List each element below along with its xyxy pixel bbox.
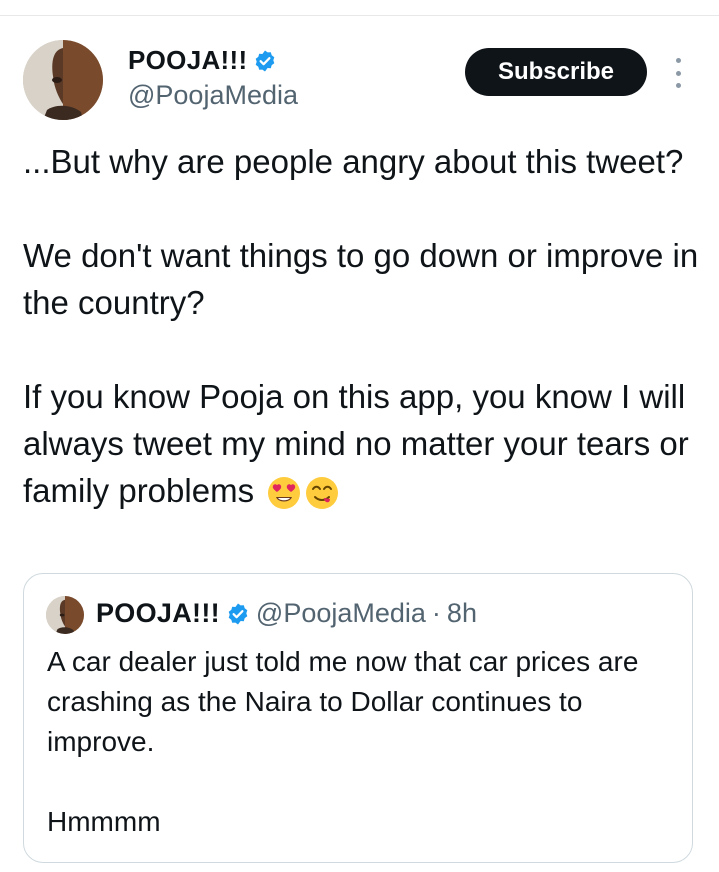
avatar-photo [46,596,84,634]
quoted-tweet-text: A car dealer just told me now that car p… [47,642,677,842]
quoted-paragraph: A car dealer just told me now that car p… [47,646,639,757]
tweet-paragraph: If you know Pooja on this app, you know … [23,378,689,509]
quoted-paragraph: Hmmmm [47,806,161,837]
author-display-name[interactable]: POOJA!!! [128,45,247,76]
tweet-paragraph-with-emoji: If you know Pooja on this app, you know … [23,373,703,522]
quoted-tweet-header: POOJA!!! @PoojaMedia · 8h [96,598,477,629]
tweet-paragraph: We don't want things to go down or impro… [23,237,699,321]
separator-dot: · [431,598,441,628]
savoring-food-emoji-icon [305,475,339,522]
author-handle[interactable]: @PoojaMedia [128,80,298,111]
quoted-author-avatar[interactable] [46,596,84,634]
tweet-paragraph: ...But why are people angry about this t… [23,143,684,180]
top-divider [0,15,719,16]
heart-eyes-emoji-icon [267,475,301,522]
author-name-row: POOJA!!! [128,45,277,76]
more-dot [675,70,681,76]
more-dot [675,83,681,88]
more-dot [675,58,681,63]
quoted-author-name[interactable]: POOJA!!! [96,598,220,629]
avatar-photo [23,40,103,120]
verified-badge-icon [226,602,250,626]
author-avatar[interactable] [23,40,103,120]
quoted-tweet-card[interactable]: POOJA!!! @PoojaMedia · 8h A car dealer j… [23,573,693,863]
tweet-text: ...But why are people angry about this t… [23,138,703,522]
verified-badge-icon [253,49,277,73]
subscribe-button[interactable]: Subscribe [465,48,647,96]
more-vertical-icon[interactable] [670,58,686,88]
quoted-tweet-time[interactable]: 8h [447,598,477,629]
quoted-author-handle[interactable]: @PoojaMedia [256,598,426,629]
